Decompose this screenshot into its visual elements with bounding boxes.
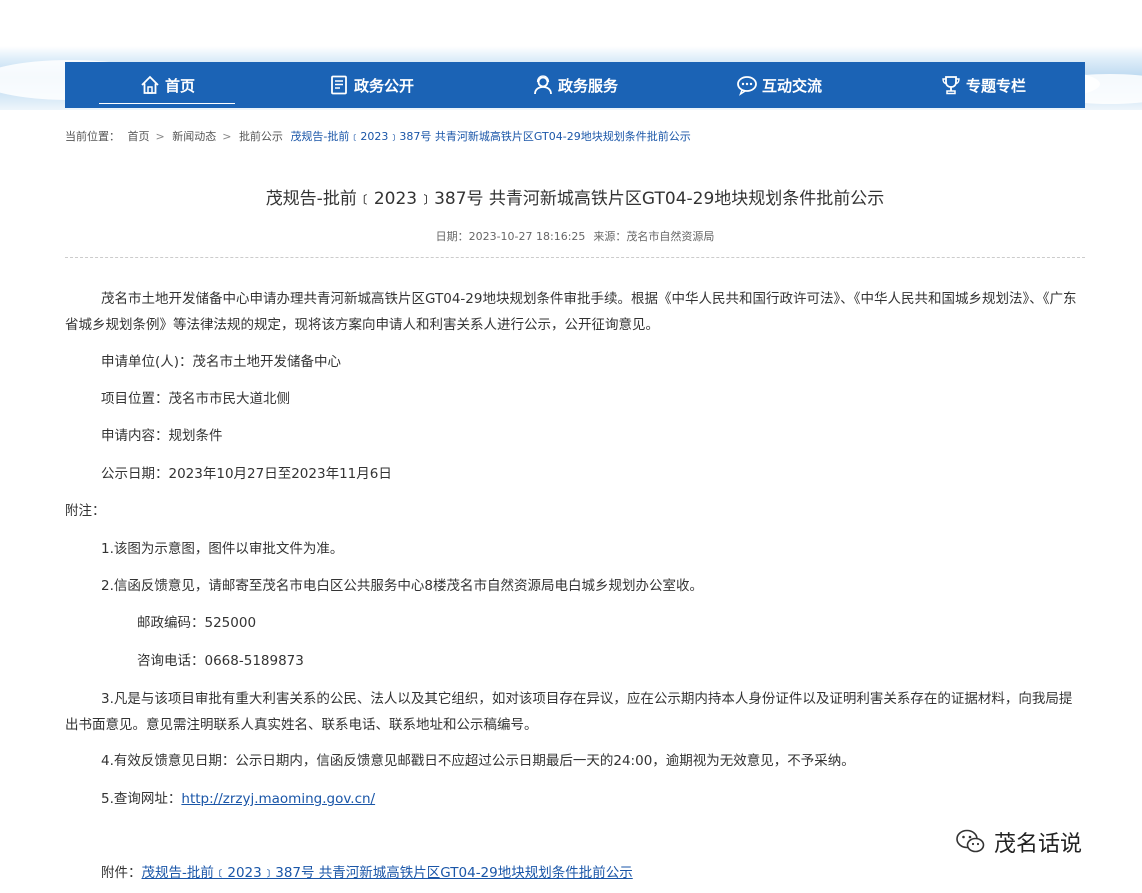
home-icon <box>139 74 161 96</box>
note-5: 5.查询网址：http://zrzyj.maoming.gov.cn/ <box>101 786 1085 812</box>
nav-item-label: 互动交流 <box>761 76 822 95</box>
breadcrumb-current[interactable]: 茂规告-批前﹝2023﹞387号 共青河新城高铁片区GT04-29地块规划条件批… <box>290 130 690 143</box>
attachment-line: 附件：茂规告-批前﹝2023﹞387号 共青河新城高铁片区GT04-29地块规划… <box>101 860 1085 886</box>
breadcrumb-link-news[interactable]: 新闻动态 <box>172 130 216 143</box>
attachment-link[interactable]: 茂规告-批前﹝2023﹞387号 共青河新城高铁片区GT04-29地块规划条件批… <box>142 865 633 881</box>
breadcrumb-link-pre-approval[interactable]: 批前公示 <box>239 130 283 143</box>
chat-bubble-icon <box>736 74 758 96</box>
article-meta: 日期：2023-10-27 18:16:25 来源：茂名市自然资源局 <box>65 228 1085 244</box>
applicant-line: 申请单位(人)：茂名市土地开发储备中心 <box>101 354 342 370</box>
service-person-icon <box>532 74 554 96</box>
nav-item-label: 政务公开 <box>353 76 414 95</box>
article-intro: 茂名市土地开发储备中心申请办理共青河新城高铁片区GT04-29地块规划条件审批手… <box>65 291 1077 333</box>
document-icon <box>328 74 350 96</box>
period-line: 公示日期：2023年10月27日至2023年11月6日 <box>101 466 392 482</box>
article-date: 日期：2023-10-27 18:16:25 <box>435 230 586 243</box>
note-2: 2.信函反馈意见，请邮寄至茂名市电白区公共服务中心8楼茂名市自然资源局电白城乡规… <box>101 578 703 594</box>
notes-label: 附注： <box>65 503 106 519</box>
nav-item-home[interactable]: 首页 <box>92 62 242 108</box>
nav-item-label: 专题专栏 <box>965 76 1026 95</box>
query-url-link[interactable]: http://zrzyj.maoming.gov.cn/ <box>181 791 375 807</box>
nav-item-label: 首页 <box>164 76 195 95</box>
attachment-label: 附件： <box>101 865 142 881</box>
nav-item-special-topics[interactable]: 专题专栏 <box>908 62 1058 108</box>
phone-line: 咨询电话：0668-5189873 <box>137 653 304 669</box>
location-line: 项目位置：茂名市市民大道北侧 <box>101 391 290 407</box>
breadcrumb-link-home[interactable]: 首页 <box>128 130 150 143</box>
note-4: 4.有效反馈意见日期：公示日期内，信函反馈意见邮戳日不应超过公示日期最后一天的2… <box>101 753 855 769</box>
nav-item-gov-affairs[interactable]: 政务公开 <box>296 62 446 108</box>
note-5-label: 5.查询网址： <box>101 791 182 807</box>
note-1: 1.该图为示意图，图件以审批文件为准。 <box>101 541 344 557</box>
content-line: 申请内容：规划条件 <box>101 428 223 444</box>
wechat-watermark: 茂名话说 <box>956 826 1082 858</box>
title-divider <box>65 257 1085 258</box>
nav-item-interaction[interactable]: 互动交流 <box>704 62 854 108</box>
nav-item-gov-services[interactable]: 政务服务 <box>500 62 650 108</box>
watermark-text: 茂名话说 <box>994 832 1083 857</box>
breadcrumb-separator: > <box>222 130 232 143</box>
postcode-line: 邮政编码：525000 <box>137 615 257 631</box>
wechat-icon <box>956 828 986 856</box>
article-source: 来源：茂名市自然资源局 <box>593 230 715 243</box>
breadcrumb-separator: > <box>155 130 165 143</box>
article-title: 茂规告-批前﹝2023﹞387号 共青河新城高铁片区GT04-29地块规划条件批… <box>265 189 885 209</box>
trophy-icon <box>940 74 962 96</box>
main-nav: 首页 政务公开 政务服务 互动交流 专题专栏 <box>65 62 1085 108</box>
note-3: 3.凡是与该项目审批有重大利害关系的公民、法人以及其它组织，如对该项目存在异议，… <box>65 691 1073 733</box>
breadcrumb-prefix: 当前位置： <box>65 130 120 143</box>
breadcrumb: 当前位置： 首页 > 新闻动态 > 批前公示 茂规告-批前﹝2023﹞387号 共青… <box>65 128 695 144</box>
nav-item-label: 政务服务 <box>557 76 618 95</box>
